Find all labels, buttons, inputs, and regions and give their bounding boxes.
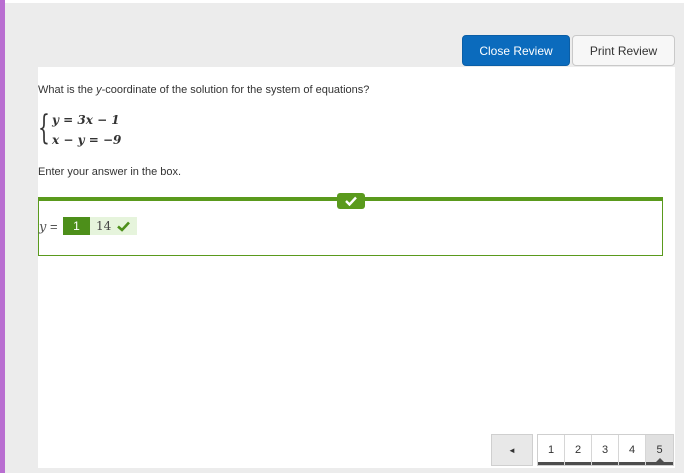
response-value-text: 14 (96, 219, 112, 233)
left-accent-bar (0, 0, 5, 473)
left-brace: { (38, 108, 50, 148)
page-button-1[interactable]: 1 (538, 435, 565, 465)
answer-instruction: Enter your answer in the box. (38, 166, 182, 178)
close-review-button[interactable]: Close Review (462, 35, 570, 66)
top-strip (5, 0, 684, 3)
answer-box: y = 1 14 (38, 193, 663, 256)
correct-check-icon (117, 221, 131, 232)
page-navigation: 1 2 3 4 5 (537, 434, 674, 466)
equation-2: x − y = −9 (52, 133, 122, 147)
page-button-4[interactable]: 4 (619, 435, 646, 465)
equation-system: { y = 3x − 1 x − y = −9 (38, 108, 158, 151)
question-panel: What is the y-coordinate of the solution… (38, 67, 675, 468)
question-prompt: What is the y-coordinate of the solution… (38, 84, 370, 96)
correct-check-icon (337, 193, 365, 209)
prev-arrow-icon: ◄ (508, 445, 516, 455)
answer-label: y = (39, 219, 58, 235)
previous-page-button[interactable]: ◄ (491, 434, 533, 466)
equation-1: y = 3x − 1 (52, 113, 120, 127)
response-number-badge: 1 (63, 217, 90, 235)
print-review-button[interactable]: Print Review (572, 35, 675, 66)
page-button-2[interactable]: 2 (565, 435, 592, 465)
response-value: 14 (90, 217, 137, 235)
page-button-5[interactable]: 5 (646, 435, 673, 465)
page-button-3[interactable]: 3 (592, 435, 619, 465)
